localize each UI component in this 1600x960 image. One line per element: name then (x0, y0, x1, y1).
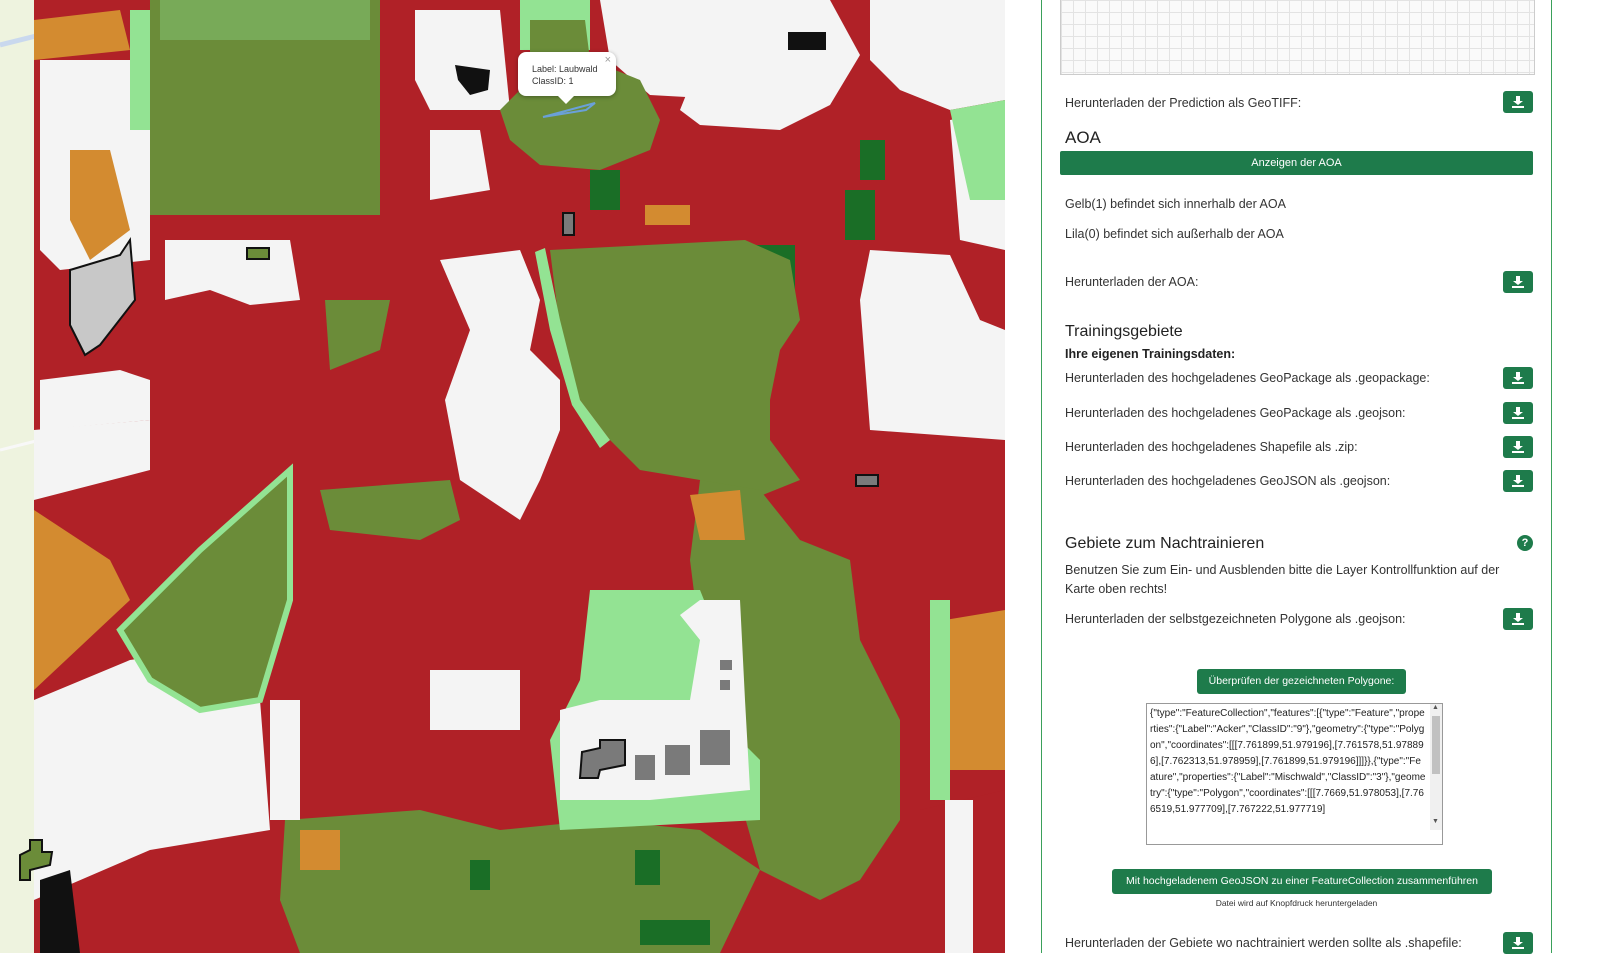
classification-map[interactable]: Label: Laubwald ClassID: 1 × (0, 0, 1025, 953)
aoa-outside-text: Lila(0) befindet sich außerhalb der AOA (1065, 227, 1284, 241)
shapefile-retrain-download-label: Herunterladen der Gebiete wo nachtrainie… (1065, 936, 1462, 950)
download-icon (1512, 613, 1524, 625)
retrain-shapefile-download-button[interactable] (1503, 932, 1533, 954)
close-icon[interactable]: × (605, 54, 611, 66)
download-icon (1512, 475, 1524, 487)
class-unclassified-area (165, 240, 300, 305)
retrain-heading: Gebiete zum Nachtrainieren (1065, 535, 1265, 552)
merge-note: Datei wird auf Knopfdruck heruntergelade… (1215, 898, 1378, 908)
drawn-rectangle[interactable] (855, 474, 879, 487)
aoa-inside-text: Gelb(1) befindet sich innerhalb der AOA (1065, 197, 1286, 211)
download-icon (1512, 276, 1524, 288)
class-unclassified-area (270, 700, 300, 820)
class-unclassified-area (945, 800, 973, 953)
side-panel: Herunterladen der Prediction als GeoTIFF… (1041, 0, 1552, 954)
shapefile-download-button[interactable] (1503, 436, 1533, 458)
shapefile-retrain-download-row: Herunterladen der Gebiete wo nachtrainie… (1065, 932, 1533, 960)
class-gray-area (665, 745, 690, 775)
training-subheading: Ihre eigenen Trainingsdaten: (1065, 347, 1236, 361)
drawn-rectangle[interactable] (246, 247, 270, 260)
class-dark-green-area (590, 170, 620, 210)
geojson-download-button[interactable] (1503, 470, 1533, 492)
class-dark-green-area (635, 850, 660, 885)
scroll-down-icon[interactable]: ▼ (1432, 818, 1439, 825)
class-unclassified-area (40, 370, 150, 430)
class-orange-area (645, 205, 690, 225)
check-polygons-button[interactable]: Überprüfen der gezeichneten Polygone: (1197, 669, 1406, 694)
show-aoa-button[interactable]: Anzeigen der AOA (1060, 151, 1533, 175)
download-icon (1512, 441, 1524, 453)
prediction-download-button[interactable] (1503, 91, 1533, 113)
feature-popup: Label: Laubwald ClassID: 1 × (518, 52, 616, 104)
training-download-label: Herunterladen des hochgeladenes GeoPacka… (1065, 406, 1406, 420)
prediction-preview-box (1060, 0, 1535, 75)
popup-class-line: ClassID: 1 (532, 76, 574, 86)
popup-content: Label: Laubwald ClassID: 1 (532, 63, 598, 87)
drawn-rectangle[interactable] (562, 212, 575, 236)
class-unclassified-area (430, 130, 490, 200)
class-light-green-area (930, 600, 950, 800)
download-icon (1512, 372, 1524, 384)
merge-featurecollection-button[interactable]: Mit hochgeladenem GeoJSON zu einer Featu… (1112, 869, 1492, 894)
geopackage-geojson-download-button[interactable] (1503, 402, 1533, 424)
scroll-thumb[interactable] (1432, 716, 1440, 774)
class-black-area (788, 32, 826, 50)
training-download-label: Herunterladen des hochgeladenes GeoJSON … (1065, 474, 1391, 488)
download-icon (1512, 937, 1524, 949)
prediction-download-label: Herunterladen der Prediction als GeoTIFF… (1065, 96, 1302, 110)
drawn-polygons-download-button[interactable] (1503, 608, 1533, 630)
training-download-row: Herunterladen des hochgeladenes GeoJSON … (1065, 470, 1533, 498)
map-right-gutter (1005, 0, 1025, 953)
class-gray-area (635, 755, 655, 780)
class-gray-area (720, 660, 732, 670)
class-gray-area (700, 730, 730, 765)
class-light-green-area (130, 10, 150, 130)
geopackage-download-button[interactable] (1503, 367, 1533, 389)
class-dark-green-area (640, 920, 710, 945)
aoa-download-row: Herunterladen der AOA: (1065, 271, 1533, 299)
transition-strip (160, 0, 370, 40)
popup-tip (558, 96, 574, 104)
map-canvas[interactable] (0, 0, 1025, 953)
class-orange-area (945, 610, 1005, 770)
training-heading: Trainingsgebiete (1065, 323, 1183, 340)
training-download-label: Herunterladen des hochgeladenes Shapefil… (1065, 440, 1358, 454)
help-icon[interactable]: ? (1517, 535, 1533, 551)
training-download-row: Herunterladen des hochgeladenes Shapefil… (1065, 436, 1533, 464)
aoa-heading: AOA (1065, 128, 1101, 147)
drawn-polygons-download-label: Herunterladen der selbstgezeichneten Pol… (1065, 612, 1406, 626)
textarea-scrollbar[interactable]: ▲ ▼ (1430, 704, 1442, 830)
prediction-download-row: Herunterladen der Prediction als GeoTIFF… (1065, 91, 1533, 119)
geojson-textarea[interactable]: {"type":"FeatureCollection","features":[… (1146, 703, 1443, 845)
training-download-row: Herunterladen des hochgeladenes GeoPacka… (1065, 367, 1533, 395)
class-dark-green-area (470, 860, 490, 890)
class-dark-green-area (860, 140, 885, 180)
class-orange-area (300, 830, 340, 870)
download-icon (1512, 407, 1524, 419)
class-gray-area (720, 680, 730, 690)
scroll-up-icon[interactable]: ▲ (1432, 704, 1439, 711)
class-unclassified-area (430, 670, 520, 730)
drawn-polygons-download-row: Herunterladen der selbstgezeichneten Pol… (1065, 608, 1533, 636)
class-unclassified-area (415, 10, 510, 110)
training-download-row: Herunterladen des hochgeladenes GeoPacka… (1065, 402, 1533, 430)
aoa-download-button[interactable] (1503, 271, 1533, 293)
download-icon (1512, 96, 1524, 108)
class-dark-green-area (845, 190, 875, 240)
aoa-download-label: Herunterladen der AOA: (1065, 275, 1199, 289)
retrain-info-text: Benutzen Sie zum Ein- und Ausblenden bit… (1065, 563, 1500, 596)
training-download-label: Herunterladen des hochgeladenes GeoPacka… (1065, 371, 1430, 385)
popup-label-line: Label: Laubwald (532, 64, 598, 74)
